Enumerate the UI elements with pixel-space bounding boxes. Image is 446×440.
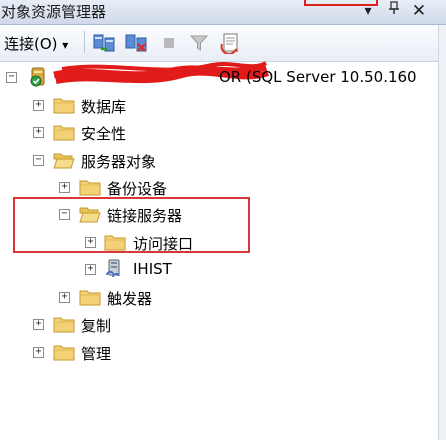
collapse-toggle[interactable]: −	[33, 155, 44, 166]
expand-toggle[interactable]: +	[59, 182, 70, 193]
pin-icon[interactable]	[384, 1, 404, 21]
folder-icon	[79, 288, 101, 306]
close-icon[interactable]: ✕	[409, 1, 429, 21]
tree-node-server-objects[interactable]: − 服务器对象	[0, 148, 300, 174]
toolbar-separator	[84, 31, 85, 53]
node-label: 管理	[81, 345, 112, 363]
tree-node-server[interactable]: − OR (SQL Server 10.50.160	[0, 61, 446, 91]
filter-icon[interactable]	[188, 32, 210, 54]
connect-button[interactable]: 连接(O) ▾	[4, 33, 68, 54]
folder-icon	[53, 96, 75, 114]
expand-toggle[interactable]: +	[33, 347, 44, 358]
node-label: 触发器	[107, 290, 153, 308]
node-label: 数据库	[81, 98, 127, 116]
folder-icon	[79, 178, 101, 196]
folder-icon	[53, 315, 75, 333]
tree-node-databases[interactable]: + 数据库	[0, 93, 300, 119]
expand-toggle[interactable]: +	[33, 100, 44, 111]
collapse-toggle[interactable]: −	[6, 72, 17, 83]
expand-toggle[interactable]: +	[59, 292, 70, 303]
stop-icon[interactable]	[158, 32, 180, 54]
node-label: IHIST	[133, 260, 172, 278]
server-icon	[28, 66, 50, 87]
folder-icon	[53, 343, 75, 361]
vertical-scrollbar[interactable]	[438, 25, 446, 440]
panel-title: 对象资源管理器	[1, 3, 107, 21]
node-label: 服务器对象	[81, 153, 157, 171]
folder-open-icon	[53, 151, 75, 169]
tree-node-triggers[interactable]: + 触发器	[0, 285, 300, 311]
annotation-box	[13, 197, 250, 253]
panel-title-bar: 对象资源管理器 ▾ ✕	[0, 0, 446, 25]
node-label: 安全性	[81, 125, 127, 143]
expand-toggle[interactable]: +	[33, 319, 44, 330]
refresh-icon[interactable]	[219, 32, 241, 55]
expand-toggle[interactable]: +	[85, 264, 96, 275]
linked-server-icon	[105, 259, 127, 278]
node-label: 备份设备	[107, 180, 168, 198]
tree-node-replication[interactable]: + 复制	[0, 312, 300, 338]
connect-label: 连接(O)	[4, 35, 58, 53]
folder-icon	[53, 123, 75, 141]
annotation-box-top	[304, 0, 378, 6]
object-explorer-tree: − OR (SQL Server 10.50.160 + 数据库 + 安全性 −…	[0, 61, 446, 440]
tree-node-security[interactable]: + 安全性	[0, 120, 300, 146]
connect-icon[interactable]	[92, 32, 115, 54]
node-label: 复制	[81, 317, 112, 335]
tree-node-management[interactable]: + 管理	[0, 340, 300, 366]
expand-toggle[interactable]: +	[33, 127, 44, 138]
chevron-down-icon: ▾	[62, 38, 69, 52]
disconnect-icon[interactable]	[124, 32, 147, 54]
tree-node-ihist[interactable]: + IHIST	[0, 257, 300, 283]
server-label: OR (SQL Server 10.50.160	[219, 68, 417, 86]
